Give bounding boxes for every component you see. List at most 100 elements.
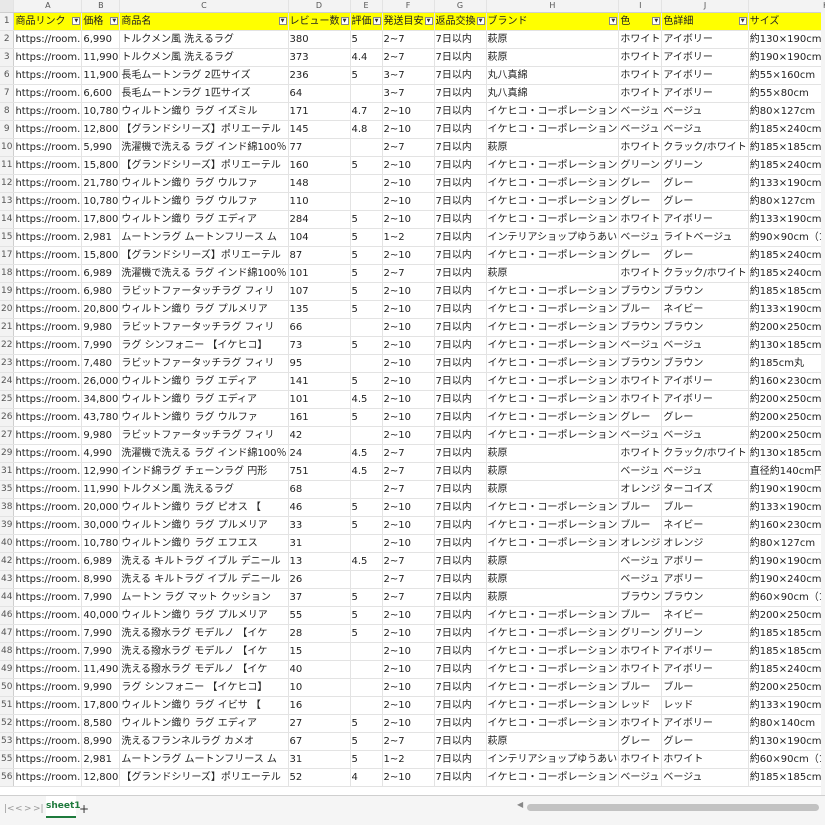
row-number[interactable]: 31	[0, 462, 15, 481]
cell-g[interactable]: 7日以内	[434, 552, 487, 571]
cell-k[interactable]: 約185×185cm	[748, 768, 825, 787]
column-header-g[interactable]: G	[434, 0, 487, 13]
cell-a[interactable]: https://room.	[13, 750, 83, 769]
row-number[interactable]: 42	[0, 552, 15, 571]
row-number[interactable]: 29	[0, 444, 15, 463]
cell-f[interactable]: 1~2	[382, 228, 435, 247]
cell-k[interactable]: 約55×80cm	[748, 84, 825, 103]
cell-e[interactable]	[350, 192, 383, 211]
row-number[interactable]: 27	[0, 426, 15, 445]
cell-i[interactable]: オレンジ	[618, 534, 663, 553]
row-number[interactable]: 20	[0, 300, 15, 319]
cell-j[interactable]: レッド	[661, 696, 749, 715]
cell-a[interactable]: https://room.	[13, 336, 83, 355]
cell-h[interactable]: イケヒコ・コーポレーション	[486, 300, 620, 319]
cell-a[interactable]: https://room.	[13, 534, 83, 553]
row-number[interactable]: 15	[0, 228, 15, 247]
cell-c[interactable]: ウィルトン織り ラグ エフエス	[119, 534, 289, 553]
cell-d[interactable]: 67	[288, 732, 351, 751]
cell-h[interactable]: イケヒコ・コーポレーション	[486, 642, 620, 661]
row-number[interactable]: 48	[0, 642, 15, 661]
cell-j[interactable]: アイボリー	[661, 210, 749, 229]
cell-f[interactable]: 2~10	[382, 246, 435, 265]
cell-g[interactable]: 7日以内	[434, 588, 487, 607]
column-header-i[interactable]: I	[618, 0, 663, 13]
cell-h[interactable]: イケヒコ・コーポレーション	[486, 246, 620, 265]
cell-f[interactable]: 2~10	[382, 408, 435, 427]
cell-j[interactable]: ブラウン	[661, 318, 749, 337]
cell-h[interactable]: イケヒコ・コーポレーション	[486, 408, 620, 427]
cell-d[interactable]: 135	[288, 300, 351, 319]
cell-b[interactable]: 5,990	[81, 138, 121, 157]
cell-d[interactable]: 104	[288, 228, 351, 247]
cell-b[interactable]: 7,480	[81, 354, 121, 373]
cell-a[interactable]: https://room.	[13, 66, 83, 85]
cell-h[interactable]: イケヒコ・コーポレーション	[486, 156, 620, 175]
cell-e[interactable]: 5	[350, 246, 383, 265]
cell-f[interactable]: 2~10	[382, 300, 435, 319]
row-number[interactable]: 23	[0, 354, 15, 373]
cell-h[interactable]: 萩原	[486, 480, 620, 499]
cell-g[interactable]: 7日以内	[434, 426, 487, 445]
cell-g[interactable]: 7日以内	[434, 570, 487, 589]
header-cell[interactable]: 価格 ▼	[81, 12, 121, 31]
cell-b[interactable]: 12,800	[81, 768, 121, 787]
cell-i[interactable]: ベージュ	[618, 768, 663, 787]
cell-i[interactable]: ホワイト	[618, 138, 663, 157]
cell-i[interactable]: ブルー	[618, 606, 663, 625]
cell-j[interactable]: ベージュ	[661, 426, 749, 445]
cell-c[interactable]: 洗える キルトラグ イブル デニール	[119, 552, 289, 571]
filter-dropdown-icon[interactable]: ▼	[110, 17, 119, 25]
cell-a[interactable]: https://room.	[13, 552, 83, 571]
cell-g[interactable]: 7日以内	[434, 714, 487, 733]
cell-k[interactable]: 約200×250cm	[748, 408, 825, 427]
cell-b[interactable]: 6,980	[81, 282, 121, 301]
cell-i[interactable]: ホワイト	[618, 660, 663, 679]
cell-f[interactable]: 2~10	[382, 390, 435, 409]
cell-a[interactable]: https://room.	[13, 768, 83, 787]
cell-h[interactable]: 萩原	[486, 732, 620, 751]
cell-i[interactable]: ホワイト	[618, 264, 663, 283]
cell-g[interactable]: 7日以内	[434, 642, 487, 661]
cell-a[interactable]: https://room.	[13, 102, 83, 121]
cell-i[interactable]: ホワイト	[618, 750, 663, 769]
cell-e[interactable]: 5	[350, 498, 383, 517]
cell-k[interactable]: 約190×190cm（フリンジ除く）	[748, 48, 825, 67]
cell-f[interactable]: 2~7	[382, 732, 435, 751]
cell-j[interactable]: ベージュ	[661, 120, 749, 139]
cell-a[interactable]: https://room.	[13, 390, 83, 409]
row-number[interactable]: 39	[0, 516, 15, 535]
vertical-scrollbar[interactable]	[821, 12, 825, 795]
cell-i[interactable]: ホワイト	[618, 210, 663, 229]
row-number[interactable]: 8	[0, 102, 15, 121]
cell-j[interactable]: グレー	[661, 732, 749, 751]
cell-i[interactable]: ホワイト	[618, 30, 663, 49]
cell-h[interactable]: 萩原	[486, 30, 620, 49]
cell-e[interactable]: 4.5	[350, 444, 383, 463]
row-number[interactable]: 17	[0, 246, 15, 265]
filter-dropdown-icon[interactable]: ▼	[340, 17, 349, 25]
filter-dropdown-icon[interactable]: ▼	[278, 17, 287, 25]
cell-i[interactable]: ホワイト	[618, 444, 663, 463]
cell-j[interactable]: ネイビー	[661, 300, 749, 319]
cell-e[interactable]	[350, 642, 383, 661]
cell-b[interactable]: 8,580	[81, 714, 121, 733]
cell-a[interactable]: https://room.	[13, 588, 83, 607]
cell-a[interactable]: https://room.	[13, 408, 83, 427]
cell-g[interactable]: 7日以内	[434, 696, 487, 715]
cell-h[interactable]: 丸八真綿	[486, 84, 620, 103]
cell-a[interactable]: https://room.	[13, 624, 83, 643]
cell-g[interactable]: 7日以内	[434, 84, 487, 103]
cell-f[interactable]: 2~7	[382, 264, 435, 283]
cell-b[interactable]: 11,990	[81, 48, 121, 67]
cell-e[interactable]: 5	[350, 228, 383, 247]
cell-g[interactable]: 7日以内	[434, 534, 487, 553]
cell-g[interactable]: 7日以内	[434, 372, 487, 391]
cell-i[interactable]: ブラウン	[618, 318, 663, 337]
cell-a[interactable]: https://room.	[13, 714, 83, 733]
cell-h[interactable]: 萩原	[486, 570, 620, 589]
cell-b[interactable]: 6,990	[81, 30, 121, 49]
prev-sheet-button[interactable]: <	[15, 804, 23, 814]
cell-b[interactable]: 11,900	[81, 66, 121, 85]
cell-j[interactable]: ブラウン	[661, 354, 749, 373]
